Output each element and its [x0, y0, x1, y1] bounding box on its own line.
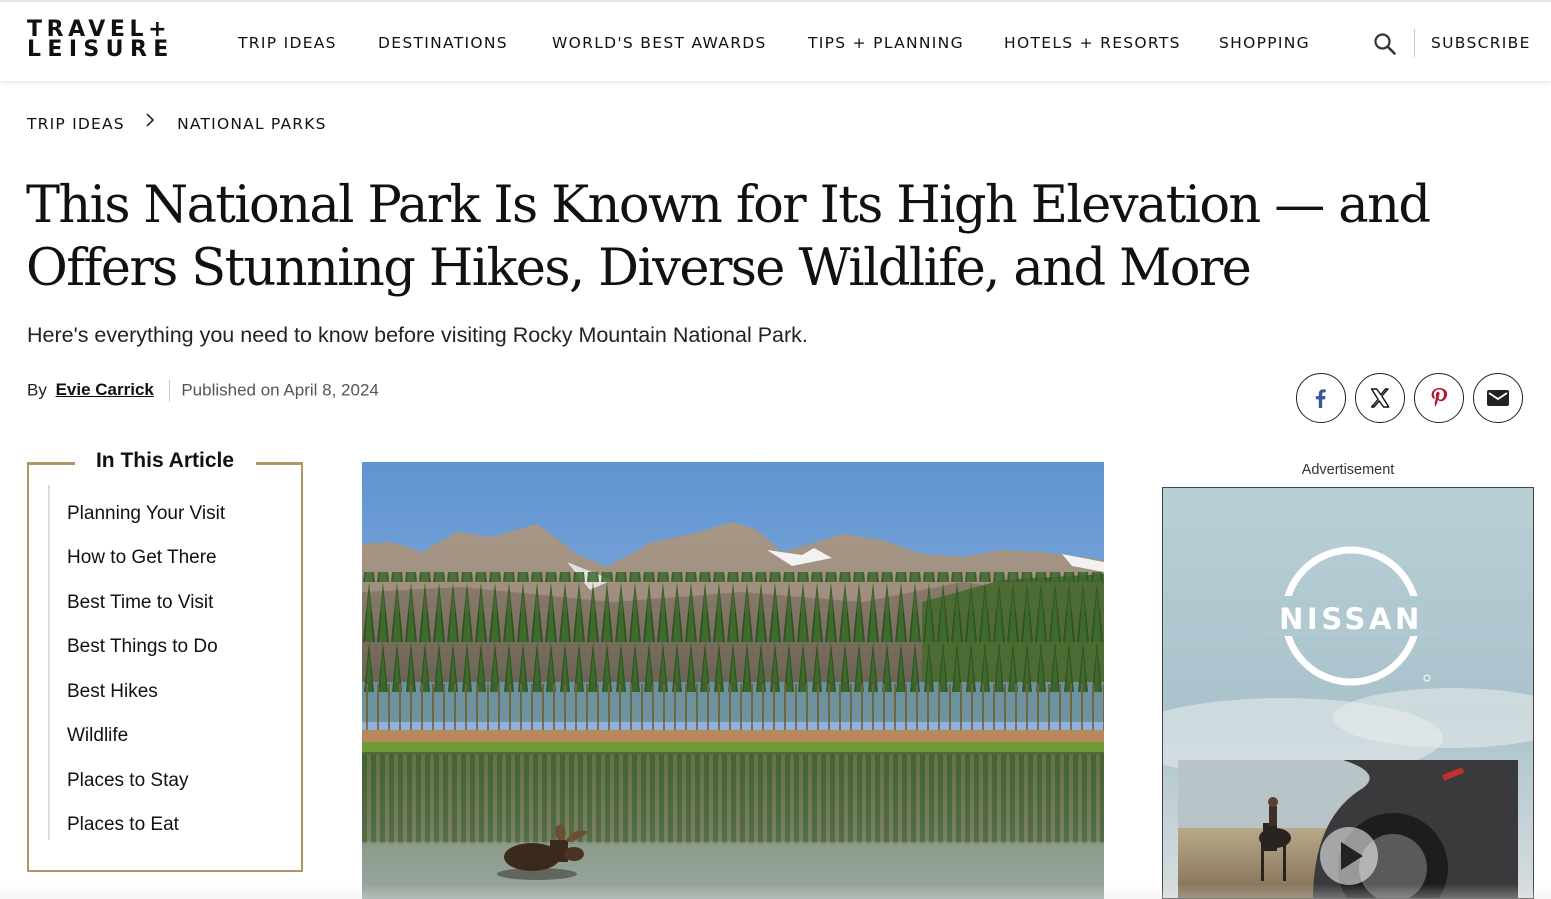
nav-trip-ideas[interactable]: TRIP IDEAS	[238, 34, 337, 52]
toc-rail	[48, 485, 50, 840]
toc-item-places-to-eat[interactable]: Places to Eat	[67, 814, 179, 836]
pinterest-icon	[1431, 388, 1448, 407]
x-icon	[1370, 388, 1390, 408]
play-icon[interactable]	[1320, 827, 1378, 885]
toc-title: In This Article	[95, 449, 235, 472]
mountain-lake-moose-image	[362, 462, 1104, 899]
breadcrumb-trip-ideas[interactable]: TRIP IDEAS	[27, 115, 125, 133]
toc-item-best-time-to-visit[interactable]: Best Time to Visit	[67, 592, 213, 614]
email-icon	[1487, 390, 1509, 406]
toc-item-places-to-stay[interactable]: Places to Stay	[67, 770, 188, 792]
share-x-button[interactable]	[1355, 373, 1405, 423]
breadcrumb: TRIP IDEAS NATIONAL PARKS	[27, 112, 327, 133]
facebook-icon	[1315, 389, 1326, 408]
header-divider	[1414, 29, 1415, 57]
logo-line-2: LEISURE	[27, 37, 175, 62]
author-link[interactable]: Evie Carrick	[56, 380, 154, 399]
chevron-right-icon	[146, 113, 155, 127]
toc-item-best-things-to-do[interactable]: Best Things to Do	[67, 636, 218, 658]
site-logo[interactable]: TRAVEL+ LEISURE	[27, 19, 202, 62]
nissan-wordmark: NISSAN	[1279, 602, 1423, 636]
toc-border-right	[256, 462, 303, 465]
hero-image	[362, 462, 1104, 899]
byline-by-label: By	[27, 380, 47, 400]
search-icon[interactable]	[1372, 31, 1398, 57]
nissan-ad-creative: NISSAN	[1163, 488, 1533, 898]
nav-destinations[interactable]: DESTINATIONS	[378, 34, 508, 52]
breadcrumb-national-parks[interactable]: NATIONAL PARKS	[177, 115, 327, 133]
site-header: TRAVEL+ LEISURE TRIP IDEAS DESTINATIONS …	[0, 0, 1551, 81]
article-title: This National Park Is Known for Its High…	[26, 176, 1431, 298]
share-email-button[interactable]	[1473, 373, 1523, 423]
byline: By Evie Carrick Published on April 8, 20…	[27, 380, 379, 402]
toc-item-how-to-get-there[interactable]: How to Get There	[67, 547, 217, 569]
published-date: Published on April 8, 2024	[181, 380, 379, 400]
share-facebook-button[interactable]	[1296, 373, 1346, 423]
byline-divider	[168, 380, 170, 402]
nav-worlds-best-awards[interactable]: WORLD'S BEST AWARDS	[552, 34, 767, 52]
toc-item-wildlife[interactable]: Wildlife	[67, 725, 128, 747]
nav-hotels-resorts[interactable]: HOTELS + RESORTS	[1004, 34, 1181, 52]
subscribe-button[interactable]: SUBSCRIBE	[1431, 34, 1531, 52]
advertisement-box[interactable]: NISSAN	[1162, 487, 1534, 899]
nav-tips-planning[interactable]: TIPS + PLANNING	[808, 34, 964, 52]
toc-border-left	[27, 462, 75, 465]
nav-shopping[interactable]: SHOPPING	[1219, 34, 1310, 52]
toc-item-planning-your-visit[interactable]: Planning Your Visit	[67, 503, 225, 525]
advertisement-label: Advertisement	[1301, 462, 1395, 478]
toc-item-best-hikes[interactable]: Best Hikes	[67, 681, 158, 703]
article-subtitle: Here's everything you need to know befor…	[27, 323, 808, 347]
share-pinterest-button[interactable]	[1414, 373, 1464, 423]
